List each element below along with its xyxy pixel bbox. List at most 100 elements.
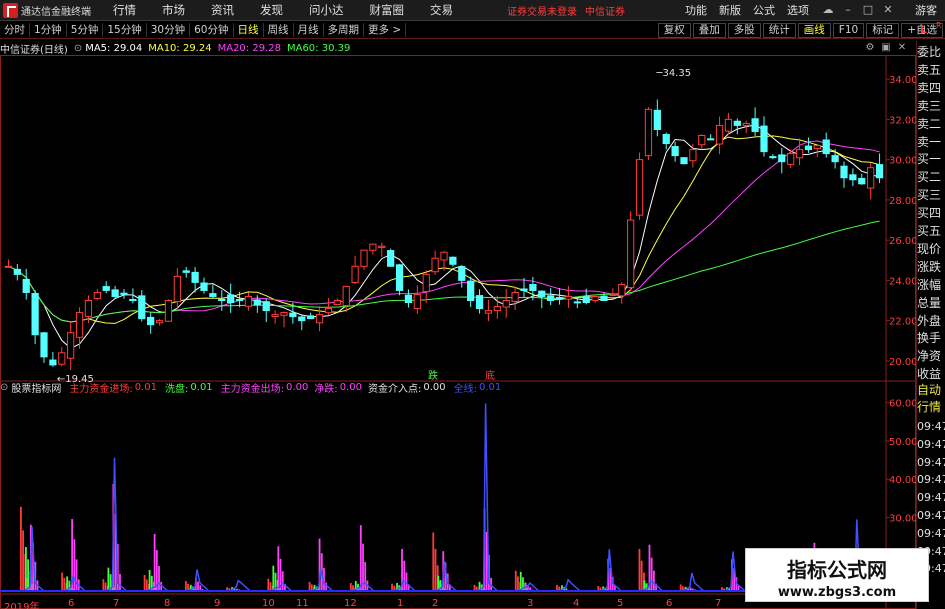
tool-overlay[interactable]: 叠加 — [692, 22, 726, 38]
quote-tab[interactable]: 买三 — [917, 188, 945, 203]
menu-ask[interactable]: 问小达 — [309, 2, 344, 18]
period-more[interactable]: 更多 > — [364, 23, 407, 37]
indicator-bar — [22, 530, 24, 591]
period-multi[interactable]: 多周期 — [324, 23, 364, 37]
menu-quotes[interactable]: 行情 — [113, 2, 136, 18]
tool-mark[interactable]: 标记 — [866, 22, 900, 38]
indicator-bar — [187, 583, 189, 591]
panel-mode-tab[interactable]: 行情 — [917, 400, 945, 415]
login-status[interactable]: 证券交易未登录 — [507, 3, 577, 18]
candle-body — [493, 306, 501, 312]
candle-body — [698, 134, 706, 146]
candle-body — [804, 145, 813, 151]
indicator-bar — [391, 583, 393, 591]
quote-tab[interactable]: 涨跌 — [917, 260, 945, 275]
minimize-icon[interactable]: – — [841, 3, 855, 17]
y-tick-label: 30.00 — [889, 513, 916, 524]
candle-body — [298, 316, 306, 322]
period-60min[interactable]: 60分钟 — [190, 23, 234, 37]
extra-label: 全线: — [453, 384, 477, 395]
restore-icon[interactable]: ▣ — [880, 42, 892, 53]
quote-tab[interactable]: 买二 — [917, 170, 945, 185]
quote-tab[interactable]: 买五 — [917, 224, 945, 239]
quote-tab[interactable]: 卖四 — [917, 81, 945, 96]
menu-news[interactable]: 资讯 — [211, 2, 234, 18]
menu-function[interactable]: 功能 — [685, 2, 707, 18]
indicator-bar — [434, 548, 437, 591]
menu-options[interactable]: 选项 — [787, 2, 809, 18]
period-intraday[interactable]: 分时 — [0, 23, 30, 37]
quote-tab[interactable]: 卖一 — [917, 135, 945, 150]
period-15min[interactable]: 15分钟 — [103, 23, 147, 37]
quote-tab[interactable]: 买一 — [917, 152, 945, 167]
quote-side-panel: 委比卖五卖四卖三卖二卖一买一买二买三买四买五现价涨跌涨幅总量外盘换手净资收益 自动… — [916, 41, 945, 609]
candle-body — [458, 266, 466, 281]
close-icon[interactable]: ✕ — [881, 3, 895, 17]
candle-body — [120, 292, 128, 295]
quote-tab[interactable]: 卖三 — [917, 99, 945, 114]
quote-tab[interactable]: 收益 — [917, 367, 945, 382]
period-1min[interactable]: 1分钟 — [30, 23, 67, 37]
y-tick-label: 28.00 — [889, 196, 916, 207]
candle-body — [227, 294, 235, 304]
menu-new-version[interactable]: 新版 — [719, 2, 741, 18]
y-tick-label: 30.00 — [889, 156, 916, 167]
panel-right-arrow[interactable]: R — [936, 22, 942, 30]
quote-tab[interactable]: 现价 — [917, 242, 945, 257]
candle-body — [769, 156, 777, 159]
quote-tab[interactable]: 买四 — [917, 206, 945, 221]
quote-tab[interactable]: 卖五 — [917, 63, 945, 78]
tool-f10[interactable]: F10 — [832, 22, 865, 38]
period-5min[interactable]: 5分钟 — [67, 23, 104, 37]
chevron-down-icon[interactable]: ⊙ — [74, 43, 82, 54]
candle-body — [138, 295, 146, 320]
candle-body — [635, 159, 644, 216]
quote-tab[interactable]: 总量 — [917, 296, 945, 311]
menu-formula[interactable]: 公式 — [753, 2, 775, 18]
quote-tab[interactable]: 卖二 — [917, 117, 945, 132]
main-out-label: 主力资金出场: — [220, 384, 285, 395]
quote-tab[interactable]: 净资 — [917, 349, 945, 364]
indicator-bar — [148, 569, 151, 591]
settings-icon[interactable]: ⚙ — [864, 42, 876, 53]
tool-multi-stock[interactable]: 多股 — [727, 22, 761, 38]
tool-adjust[interactable]: 复权 — [657, 22, 691, 38]
period-weekly[interactable]: 周线 — [264, 23, 294, 37]
indicator-bar — [277, 546, 280, 591]
menu-discover[interactable]: 发现 — [260, 2, 283, 18]
tool-statistics[interactable]: 统计 — [762, 22, 796, 38]
candle-body — [449, 256, 457, 265]
close-icon[interactable]: ✕ — [896, 42, 908, 53]
candle-body — [422, 273, 430, 293]
period-monthly[interactable]: 月线 — [294, 23, 324, 37]
cloud-icon[interactable]: ☁ — [821, 3, 835, 17]
candle-body — [733, 120, 741, 126]
maximize-icon[interactable]: □ — [861, 3, 875, 17]
period-30min[interactable]: 30分钟 — [147, 23, 191, 37]
chevron-down-icon[interactable]: ⊙ — [0, 382, 8, 393]
menu-wealth[interactable]: 财富圈 — [370, 2, 405, 18]
ma60-value: MA60: 30.39 — [286, 42, 351, 54]
indicator-line — [518, 581, 540, 592]
extra-value: 0.01 — [478, 382, 502, 393]
candle-body — [707, 138, 715, 141]
menu-trade[interactable]: 交易 — [430, 2, 453, 18]
quote-tab[interactable]: 委比 — [917, 45, 945, 60]
x-label: 3 — [527, 598, 534, 609]
candle-body — [867, 167, 875, 189]
menu-market[interactable]: 市场 — [162, 2, 185, 18]
panel-left-arrow[interactable]: L — [920, 23, 927, 36]
guest-user[interactable]: 游客 — [915, 2, 937, 18]
main-in-label: 主力资金进场: — [69, 384, 133, 395]
candle-body — [244, 295, 253, 307]
tool-draw-line[interactable]: 画线 — [797, 22, 831, 38]
kline-chart[interactable]: 34.0032.0030.0028.0026.0024.0022.0020.00… — [0, 55, 916, 609]
candle-body — [484, 310, 493, 314]
quote-tab[interactable]: 涨幅 — [917, 278, 945, 293]
quote-tab[interactable]: 外盘 — [917, 314, 945, 329]
x-label: 1 — [397, 598, 404, 609]
indicator-name[interactable]: 股票指标网 — [11, 380, 61, 395]
quote-tab[interactable]: 换手 — [917, 331, 945, 346]
period-daily[interactable]: 日线 — [234, 23, 264, 37]
panel-mode-tab[interactable]: 自动 — [917, 383, 945, 398]
